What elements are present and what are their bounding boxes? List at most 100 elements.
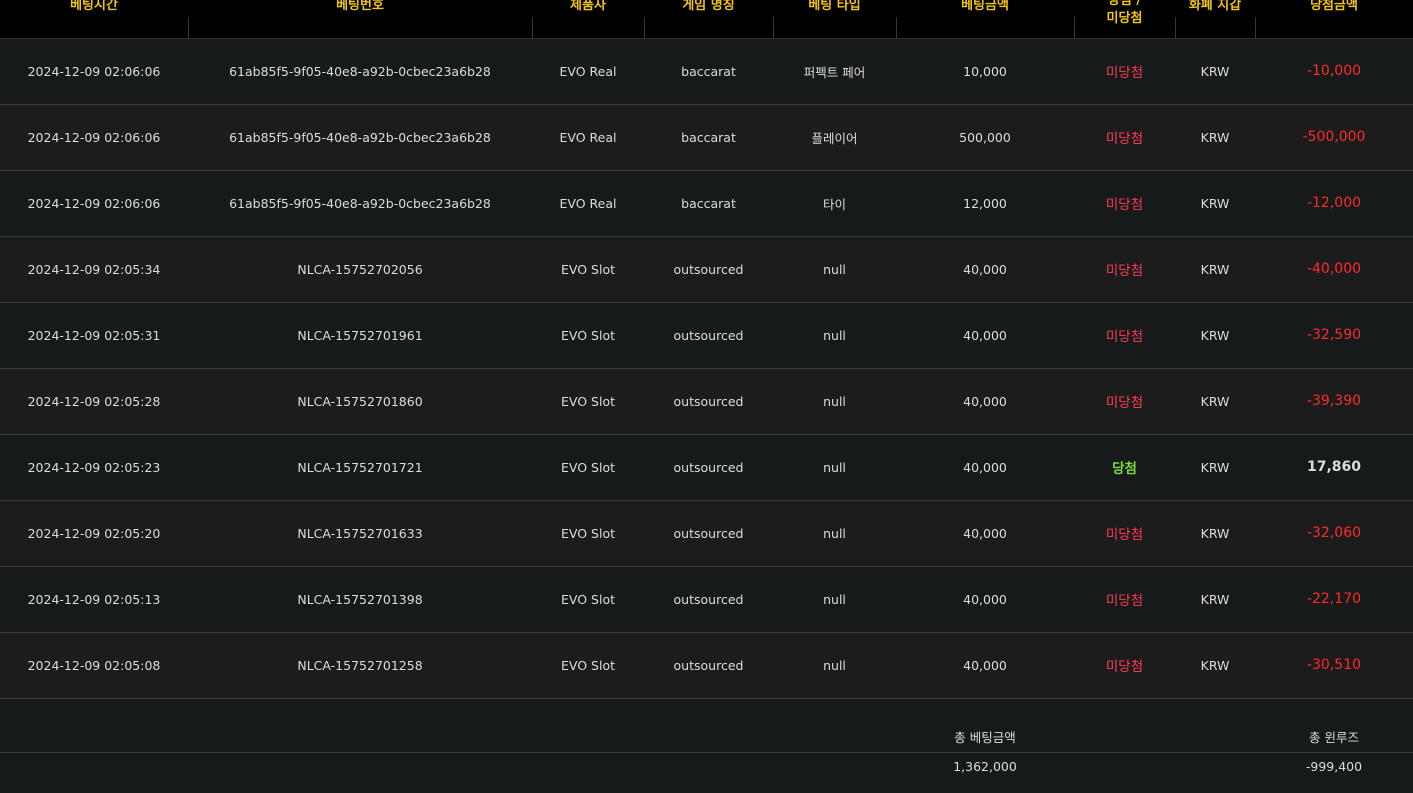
cell-game-name: outsourced — [673, 393, 744, 409]
cell-provider: EVO Slot — [561, 657, 615, 673]
cell-bet-number: 61ab85f5-9f05-40e8-a92b-0cbec23a6b28 — [229, 63, 491, 79]
cell-game-name: outsourced — [673, 327, 744, 343]
cell-result: 미당첨 — [1105, 527, 1144, 543]
header-provider[interactable]: 제품사 — [532, 0, 644, 39]
table-row[interactable]: 2024-12-09 02:05:31 NLCA-15752701961 EVO S… — [0, 302, 1413, 368]
header-bet-time[interactable]: 베팅시간 — [0, 0, 188, 39]
header-win-amount[interactable]: 당첨금액 — [1255, 0, 1413, 39]
table-row[interactable]: 2024-12-09 02:05:34 NLCA-15752702056 EVO S… — [0, 236, 1413, 302]
cell-bet-amount: 40,000 — [963, 591, 1007, 607]
cell-currency: KRW — [1200, 261, 1230, 277]
cell-bet-number: NLCA-15752701721 — [297, 459, 423, 475]
cell-provider: EVO Slot — [561, 525, 615, 541]
table-row[interactable]: 2024-12-09 02:06:06 61ab85f5-9f05-40e8-a9… — [0, 38, 1413, 104]
table-row[interactable]: 2024-12-09 02:06:06 61ab85f5-9f05-40e8-a9… — [0, 104, 1413, 170]
cell-win-amount: -39,390 — [1306, 393, 1362, 409]
table-row[interactable]: 2024-12-09 02:05:20 NLCA-15752701633 EVO S… — [0, 500, 1413, 566]
cell-game-name: outsourced — [673, 525, 744, 541]
table-row[interactable]: 2024-12-09 02:05:08 NLCA-15752701258 EVO S… — [0, 632, 1413, 698]
cell-provider: EVO Slot — [561, 459, 615, 475]
cell-currency: KRW — [1200, 657, 1230, 673]
cell-provider: EVO Real — [559, 195, 617, 211]
cell-bet-type: null — [823, 657, 846, 673]
cell-provider: EVO Slot — [561, 591, 615, 607]
header-result[interactable]: 당첨 / 미당첨 — [1074, 0, 1175, 39]
cell-bet-amount: 40,000 — [963, 393, 1007, 409]
cell-result: 미당첨 — [1105, 329, 1144, 345]
cell-bet-number: 61ab85f5-9f05-40e8-a92b-0cbec23a6b28 — [229, 129, 491, 145]
cell-game-name: baccarat — [681, 63, 736, 79]
table-row[interactable]: 2024-12-09 02:05:13 NLCA-15752701398 EVO S… — [0, 566, 1413, 632]
cell-currency: KRW — [1200, 327, 1230, 343]
cell-bet-type: null — [823, 525, 846, 541]
cell-game-name: outsourced — [673, 657, 744, 673]
cell-bet-amount: 500,000 — [959, 129, 1011, 145]
header-game-name[interactable]: 게임 명칭 — [644, 0, 773, 39]
cell-provider: EVO Slot — [561, 393, 615, 409]
cell-provider: EVO Real — [559, 129, 617, 145]
cell-bet-amount: 40,000 — [963, 525, 1007, 541]
cell-bet-amount: 40,000 — [963, 657, 1007, 673]
cell-result: 미당첨 — [1105, 131, 1144, 147]
cell-win-amount: -30,510 — [1306, 657, 1362, 673]
cell-bet-number: NLCA-15752701860 — [297, 393, 423, 409]
cell-win-amount: -12,000 — [1306, 195, 1362, 211]
cell-bet-type: 타이 — [822, 196, 846, 212]
total-bet-label: 총 베팅금액 — [954, 729, 1016, 745]
summary-label-row: 총 베팅금액 총 윈루즈 — [0, 698, 1413, 752]
total-bet-value: 1,362,000 — [953, 758, 1017, 774]
cell-bet-number: NLCA-15752701258 — [297, 657, 423, 673]
cell-bet-amount: 40,000 — [963, 261, 1007, 277]
cell-bet-time: 2024-12-09 02:06:06 — [27, 129, 161, 145]
cell-win-amount: -32,060 — [1306, 525, 1362, 541]
cell-bet-time: 2024-12-09 02:05:13 — [27, 591, 161, 607]
bet-history-panel: 베팅시간 베팅번호 제품사 게임 명칭 베팅 타입 베팅금액 당첨 / 미당첨 화… — [0, 0, 1413, 793]
cell-bet-time: 2024-12-09 02:05:23 — [27, 459, 161, 475]
header-currency[interactable]: 화폐 지갑 — [1175, 0, 1255, 39]
cell-result: 미당첨 — [1105, 65, 1144, 81]
cell-bet-time: 2024-12-09 02:06:06 — [27, 63, 161, 79]
cell-bet-number: NLCA-15752702056 — [297, 261, 423, 277]
cell-game-name: outsourced — [673, 591, 744, 607]
table-row[interactable]: 2024-12-09 02:05:28 NLCA-15752701860 EVO S… — [0, 368, 1413, 434]
cell-bet-type: null — [823, 327, 846, 343]
cell-bet-amount: 40,000 — [963, 327, 1007, 343]
cell-win-amount: -40,000 — [1306, 261, 1362, 277]
cell-bet-amount: 12,000 — [963, 195, 1007, 211]
cell-win-amount: -22,170 — [1306, 591, 1362, 607]
cell-bet-amount: 40,000 — [963, 459, 1007, 475]
cell-provider: EVO Slot — [561, 261, 615, 277]
total-winloss-label: 총 윈루즈 — [1309, 729, 1359, 745]
cell-currency: KRW — [1200, 393, 1230, 409]
cell-result: 미당첨 — [1105, 395, 1144, 411]
cell-bet-type: null — [823, 393, 846, 409]
cell-bet-time: 2024-12-09 02:05:34 — [27, 261, 161, 277]
table-row[interactable]: 2024-12-09 02:06:06 61ab85f5-9f05-40e8-a9… — [0, 170, 1413, 236]
cell-game-name: outsourced — [673, 459, 744, 475]
cell-result: 당첨 — [1112, 461, 1137, 477]
cell-result: 미당첨 — [1105, 593, 1144, 609]
cell-win-amount: -32,590 — [1306, 327, 1362, 343]
header-bet-number[interactable]: 베팅번호 — [188, 0, 532, 39]
cell-game-name: baccarat — [681, 195, 736, 211]
cell-result: 미당첨 — [1105, 659, 1144, 675]
cell-bet-type: null — [823, 591, 846, 607]
header-bet-type[interactable]: 베팅 타입 — [773, 0, 896, 39]
summary-value-row: 1,362,000 -999,400 — [0, 752, 1413, 782]
cell-bet-time: 2024-12-09 02:05:20 — [27, 525, 161, 541]
table-row[interactable]: 2024-12-09 02:05:23 NLCA-15752701721 EVO S… — [0, 434, 1413, 500]
cell-bet-number: 61ab85f5-9f05-40e8-a92b-0cbec23a6b28 — [229, 195, 491, 211]
bet-history-table: 베팅시간 베팅번호 제품사 게임 명칭 베팅 타입 베팅금액 당첨 / 미당첨 화… — [0, 0, 1413, 782]
header-bet-amount[interactable]: 베팅금액 — [896, 0, 1074, 39]
summary-section: 총 베팅금액 총 윈루즈 1,362,000 -999,400 — [0, 698, 1413, 782]
cell-bet-type: null — [823, 261, 846, 277]
cell-bet-number: NLCA-15752701398 — [297, 591, 423, 607]
cell-currency: KRW — [1200, 129, 1230, 145]
cell-bet-number: NLCA-15752701633 — [297, 525, 423, 541]
cell-bet-time: 2024-12-09 02:05:28 — [27, 393, 161, 409]
cell-currency: KRW — [1200, 591, 1230, 607]
cell-provider: EVO Slot — [561, 327, 615, 343]
cell-result: 미당첨 — [1105, 197, 1144, 213]
cell-bet-number: NLCA-15752701961 — [297, 327, 423, 343]
total-winloss-value: -999,400 — [1305, 758, 1363, 774]
